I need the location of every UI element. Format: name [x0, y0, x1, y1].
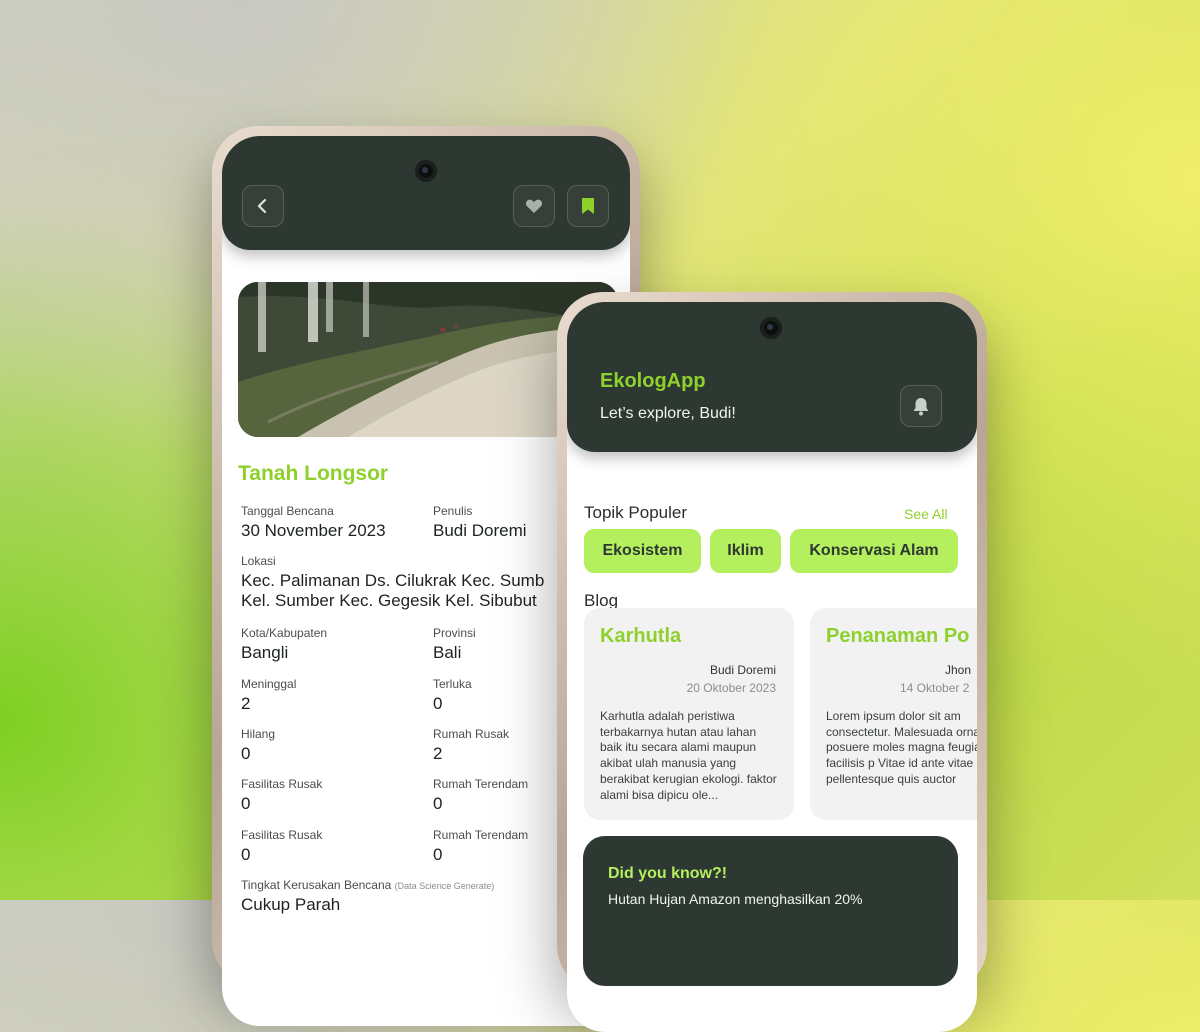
back-button[interactable]: [242, 185, 284, 227]
did-you-know-card[interactable]: Did you know?! Hutan Hujan Amazon mengha…: [583, 836, 958, 986]
blog-card-date: 14 Oktober 2: [900, 681, 970, 695]
front-camera: [760, 317, 782, 339]
did-you-know-title: Did you know?!: [608, 865, 728, 882]
blog-card[interactable]: Penanaman Po Jhon 14 Oktober 2 Lorem ips…: [810, 608, 977, 820]
meninggal-label: Meninggal: [241, 677, 297, 691]
app-title: EkologApp: [600, 370, 706, 392]
penulis-label: Penulis: [433, 504, 473, 518]
bell-icon: [913, 398, 929, 416]
hilang-label: Hilang: [241, 727, 276, 741]
topic-chip-iklim[interactable]: Iklim: [710, 529, 781, 573]
tanggal-label: Tanggal Bencana: [241, 504, 334, 518]
blog-card-title: Penanaman Po: [826, 625, 970, 647]
favorite-button[interactable]: [513, 185, 555, 227]
topic-chip-ekosistem[interactable]: Ekosistem: [584, 529, 701, 573]
back-arrow-icon: [257, 198, 267, 214]
popular-topics-title: Topik Populer: [584, 503, 688, 522]
rumah-terendam-label: Rumah Terendam: [433, 777, 529, 791]
home-screen: EkologApp Let’s explore, Budi! Topik Pop…: [567, 302, 977, 1032]
fasilitas-rusak-value: 0: [241, 794, 251, 813]
data-science-note: (Data Science Generate): [394, 881, 495, 891]
provinsi-label: Provinsi: [433, 626, 476, 640]
tingkat-kerusakan-value: Cukup Parah: [241, 895, 341, 914]
blog-card-title: Karhutla: [600, 625, 682, 647]
rumah-terendam-value: 0: [433, 794, 443, 813]
rumah-terendam-2-label: Rumah Terendam: [433, 828, 529, 842]
fasilitas-rusak-2-value: 0: [241, 845, 251, 864]
lokasi-line-2: Kel. Sumber Kec. Gegesik Kel. Sibubut: [241, 591, 537, 610]
topic-chip-konservasi-alam[interactable]: Konservasi Alam: [790, 529, 958, 573]
kota-label: Kota/Kabupaten: [241, 626, 328, 640]
bookmark-button[interactable]: [567, 185, 609, 227]
blog-card-author: Budi Doremi: [709, 663, 776, 677]
greeting-text: Let’s explore, Budi!: [600, 405, 736, 422]
blog-card[interactable]: Karhutla Budi Doremi 20 Oktober 2023 Kar…: [584, 608, 794, 820]
home-phone: EkologApp Let’s explore, Budi! Topik Pop…: [557, 292, 987, 1032]
lokasi-label: Lokasi: [241, 554, 276, 568]
blog-card-excerpt: Lorem ipsum dolor sit am consectetur. Ma…: [826, 709, 977, 786]
penulis-value: Budi Doremi: [433, 521, 527, 540]
rumah-rusak-label: Rumah Rusak: [433, 727, 510, 741]
terluka-label: Terluka: [433, 677, 472, 691]
blog-card-author: Jhon: [945, 663, 972, 677]
notification-button[interactable]: [900, 385, 942, 427]
heart-icon: [525, 199, 543, 213]
disaster-title: Tanah Longsor: [238, 462, 389, 485]
front-camera: [415, 160, 437, 182]
rumah-terendam-2-value: 0: [433, 845, 443, 864]
kota-value: Bangli: [241, 643, 289, 662]
see-all-link[interactable]: See All: [904, 506, 948, 522]
bookmark-icon: [582, 198, 594, 214]
fasilitas-rusak-2-label: Fasilitas Rusak: [241, 828, 323, 842]
home-header: EkologApp Let’s explore, Budi!: [567, 302, 977, 452]
fasilitas-rusak-label: Fasilitas Rusak: [241, 777, 323, 791]
hilang-value: 0: [241, 744, 251, 763]
detail-header: [222, 136, 630, 250]
terluka-value: 0: [433, 694, 443, 713]
tanggal-value: 30 November 2023: [241, 521, 386, 540]
blog-card-excerpt: Karhutla adalah peristiwa terbakarnya hu…: [600, 709, 777, 802]
lokasi-line-1: Kec. Palimanan Ds. Cilukrak Kec. Sumb: [241, 571, 545, 590]
tingkat-kerusakan-label: Tingkat Kerusakan Bencana (Data Science …: [241, 878, 494, 892]
did-you-know-text: Hutan Hujan Amazon menghasilkan 20%: [608, 891, 863, 907]
rumah-rusak-value: 2: [433, 744, 443, 763]
meninggal-value: 2: [241, 694, 251, 713]
tingkat-kerusakan-label-text: Tingkat Kerusakan Bencana: [241, 878, 392, 892]
provinsi-value: Bali: [433, 643, 462, 662]
blog-card-date: 20 Oktober 2023: [686, 681, 776, 695]
